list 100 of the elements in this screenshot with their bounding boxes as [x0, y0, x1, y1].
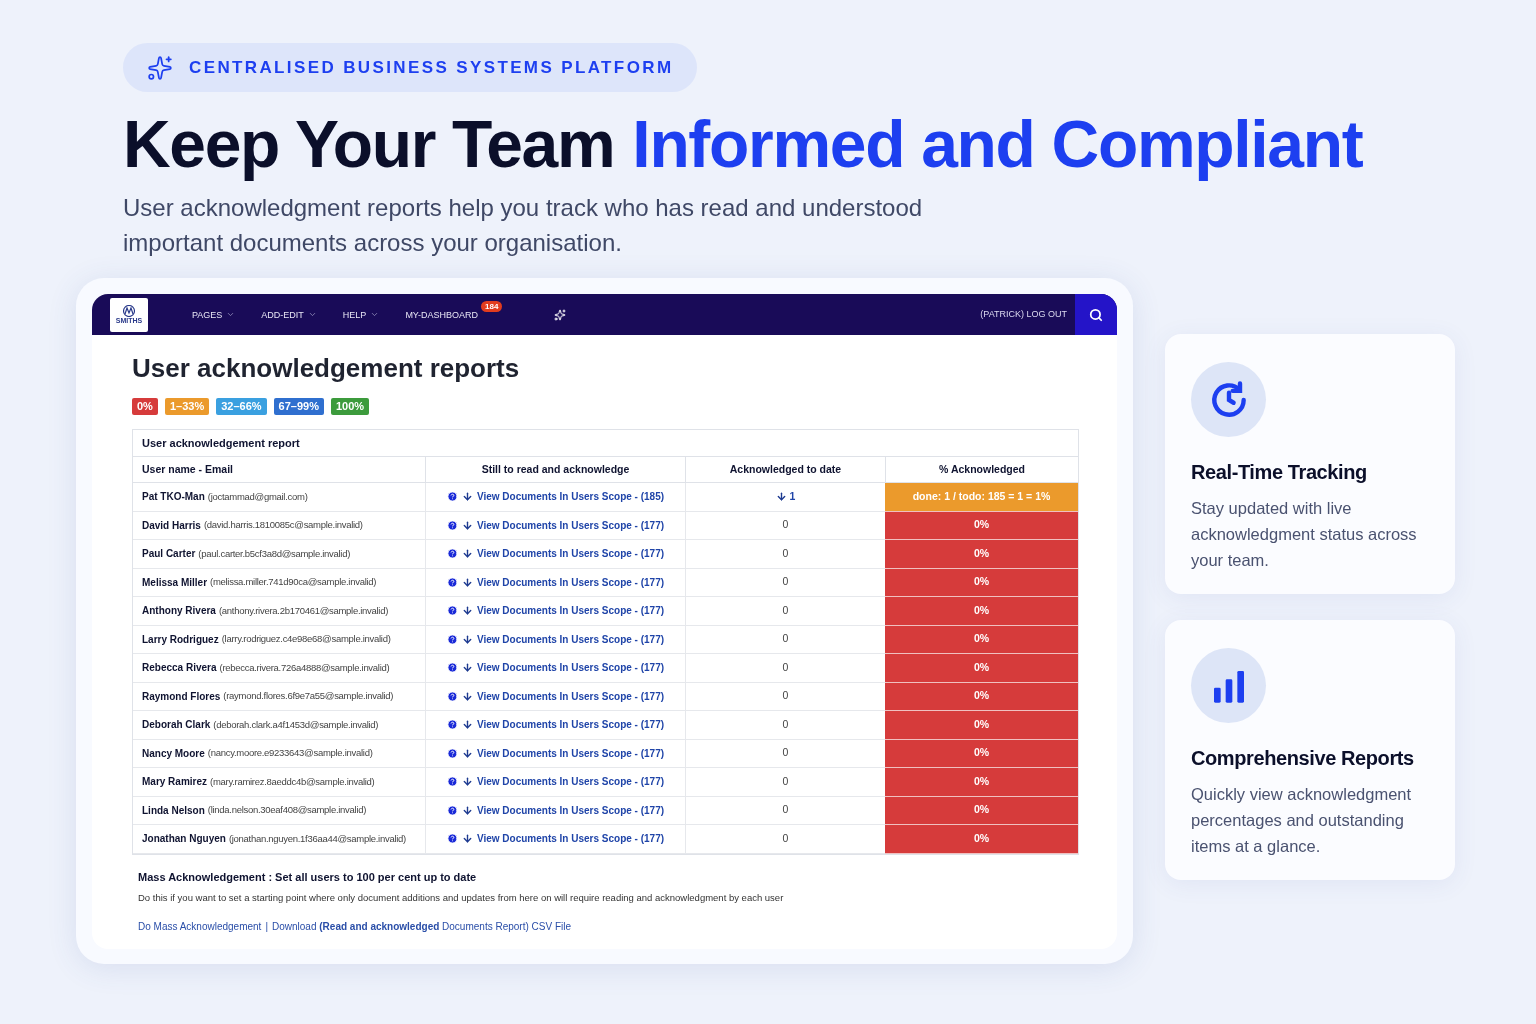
legend-badge: 0%: [132, 398, 158, 415]
acknowledged-count: 0: [782, 745, 789, 761]
user-cell: David Harris (david.harris.1810085c@sample.invalid): [133, 511, 425, 540]
logout-link[interactable]: (PATRICK) LOG OUT: [980, 307, 1067, 322]
view-documents-link[interactable]: View Documents In Users Scope - (177): [476, 774, 665, 790]
down-arrow-icon: [461, 576, 473, 588]
mass-acknowledgement-link[interactable]: Do Mass Acknowledgement: [138, 919, 262, 935]
view-documents-link[interactable]: View Documents In Users Scope - (177): [476, 517, 665, 533]
user-cell: Paul Carter (paul.carter.b5cf3a8d@sample.invalid): [133, 540, 425, 569]
help-icon[interactable]: [446, 633, 458, 645]
down-arrow-icon: [461, 833, 473, 845]
legend-badge: 32–66%: [216, 398, 267, 415]
percent-cell: 0%: [885, 625, 1078, 654]
acknowledged-count: 0: [782, 631, 789, 647]
help-icon[interactable]: [446, 690, 458, 702]
down-arrow-icon: [461, 491, 473, 503]
down-arrow-icon: [461, 605, 473, 617]
user-cell: Pat TKO-Man (joctammad@gmail.com): [133, 483, 425, 512]
sparkle-icon[interactable]: [554, 308, 567, 321]
acknowledged-count: 0: [782, 802, 789, 818]
view-documents-link[interactable]: View Documents In Users Scope - (177): [476, 745, 665, 761]
view-documents-link[interactable]: View Documents In Users Scope - (177): [476, 546, 665, 562]
help-icon[interactable]: [446, 833, 458, 845]
user-cell: Nancy Moore (nancy.moore.e9233643@sample.invalid): [133, 739, 425, 768]
feature-title: Real-Time Tracking: [1191, 460, 1368, 485]
acknowledged-count: 0: [782, 659, 789, 675]
view-documents-link[interactable]: View Documents In Users Scope - (177): [476, 603, 665, 619]
percent-cell: 0%: [885, 796, 1078, 825]
help-icon[interactable]: [446, 747, 458, 759]
feature-text: Stay updated with live acknowledgment status across your team.: [1191, 498, 1418, 571]
link-separator: |: [265, 920, 268, 935]
nav-item[interactable]: PAGES: [192, 307, 236, 322]
acknowledged-count: 0: [782, 830, 789, 846]
percent-cell: 0%: [885, 597, 1078, 626]
legend-badge: 1–33%: [164, 398, 210, 415]
percent-cell: 0%: [885, 825, 1078, 854]
percent-cell: done: 1 / todo: 185 = 1 = 1%: [885, 483, 1078, 512]
acknowledged-count: 0: [782, 574, 789, 590]
page-title: User acknowledgement reports: [132, 352, 521, 385]
acknowledged-count: 0: [782, 602, 789, 618]
search-icon: [1089, 307, 1103, 322]
help-icon[interactable]: [446, 776, 458, 788]
view-documents-link[interactable]: View Documents In Users Scope - (185): [476, 489, 665, 505]
help-icon[interactable]: [446, 605, 458, 617]
legend-badge: 100%: [330, 398, 370, 415]
acknowledged-count: 0: [782, 773, 789, 789]
column-header: User name - Email: [133, 457, 425, 483]
user-cell: Rebecca Rivera (rebecca.rivera.726a4888@sample.invalid): [133, 654, 425, 683]
subtitle: User acknowledgment reports help you track who has read and understood important documents across your organisation.: [123, 193, 924, 258]
view-documents-link[interactable]: View Documents In Users Scope - (177): [476, 574, 665, 590]
download-csv-link[interactable]: Download (Read and acknowledged Documents Report) CSV File: [272, 919, 572, 935]
acknowledged-count: 0: [782, 688, 789, 704]
nav-item[interactable]: HELP: [342, 307, 380, 322]
caret-icon: [307, 310, 317, 319]
legend-badge: 67–99%: [273, 398, 324, 415]
caret-icon: [226, 310, 236, 319]
acknowledged-count: 0: [782, 517, 789, 533]
user-cell: Melissa Miller (melissa.miller.741d90ca@sample.invalid): [133, 568, 425, 597]
help-icon[interactable]: [446, 576, 458, 588]
user-cell: Anthony Rivera (anthony.rivera.2b170461@sample.invalid): [133, 597, 425, 626]
help-icon[interactable]: [446, 804, 458, 816]
down-arrow-icon: [461, 776, 473, 788]
down-arrow-icon: [461, 719, 473, 731]
down-arrow-icon: [461, 747, 473, 759]
view-documents-link[interactable]: View Documents In Users Scope - (177): [476, 660, 665, 676]
notification-badge: 184: [481, 300, 503, 312]
nav-item[interactable]: MY-DASHBOARD: [405, 307, 479, 322]
view-documents-link[interactable]: View Documents In Users Scope - (177): [476, 631, 665, 647]
help-icon[interactable]: [446, 491, 458, 503]
user-cell: Deborah Clark (deborah.clark.a4f1453d@sample.invalid): [133, 711, 425, 740]
help-icon[interactable]: [446, 719, 458, 731]
search-button[interactable]: [1075, 294, 1117, 335]
acknowledged-link[interactable]: 1: [789, 488, 796, 505]
feature-title: Comprehensive Reports: [1191, 746, 1415, 771]
view-documents-link[interactable]: View Documents In Users Scope - (177): [476, 831, 665, 847]
view-documents-link[interactable]: View Documents In Users Scope - (177): [476, 717, 665, 733]
down-arrow-icon: [461, 690, 473, 702]
user-cell: Raymond Flores (raymond.flores.6f9e7a55@sample.invalid): [133, 682, 425, 711]
user-cell: Mary Ramirez (mary.ramirez.8aeddc4b@sample.invalid): [133, 768, 425, 797]
down-arrow-icon: [461, 804, 473, 816]
down-arrow-icon: [461, 633, 473, 645]
percent-cell: 0%: [885, 739, 1078, 768]
help-icon[interactable]: [446, 662, 458, 674]
nav-item[interactable]: ADD-EDIT: [261, 307, 317, 322]
view-documents-link[interactable]: View Documents In Users Scope - (177): [476, 802, 665, 818]
mass-acknowledgement-text: Do this if you want to set a starting point where only document additions and updates from here on will require reading and acknowledgment by each user: [138, 891, 785, 905]
eyebrow-text: CENTRALISED BUSINESS SYSTEMS PLATFORM: [189, 56, 674, 79]
headline-text: Informed and Compliant: [632, 106, 1363, 182]
view-documents-link[interactable]: View Documents In Users Scope - (177): [476, 688, 665, 704]
percent-cell: 0%: [885, 682, 1078, 711]
user-cell: Jonathan Nguyen (jonathan.nguyen.1f36aa44@sample.invalid): [133, 825, 425, 854]
percent-cell: 0%: [885, 511, 1078, 540]
help-icon[interactable]: [446, 519, 458, 531]
acknowledged-count: 0: [782, 545, 789, 561]
table-caption: User acknowledgement report: [133, 430, 1078, 457]
help-icon[interactable]: [446, 548, 458, 560]
percent-cell: 0%: [885, 540, 1078, 569]
column-header: Still to read and acknowledge: [425, 457, 685, 483]
down-arrow-icon: [461, 548, 473, 560]
logo-mark-icon: [121, 304, 137, 317]
